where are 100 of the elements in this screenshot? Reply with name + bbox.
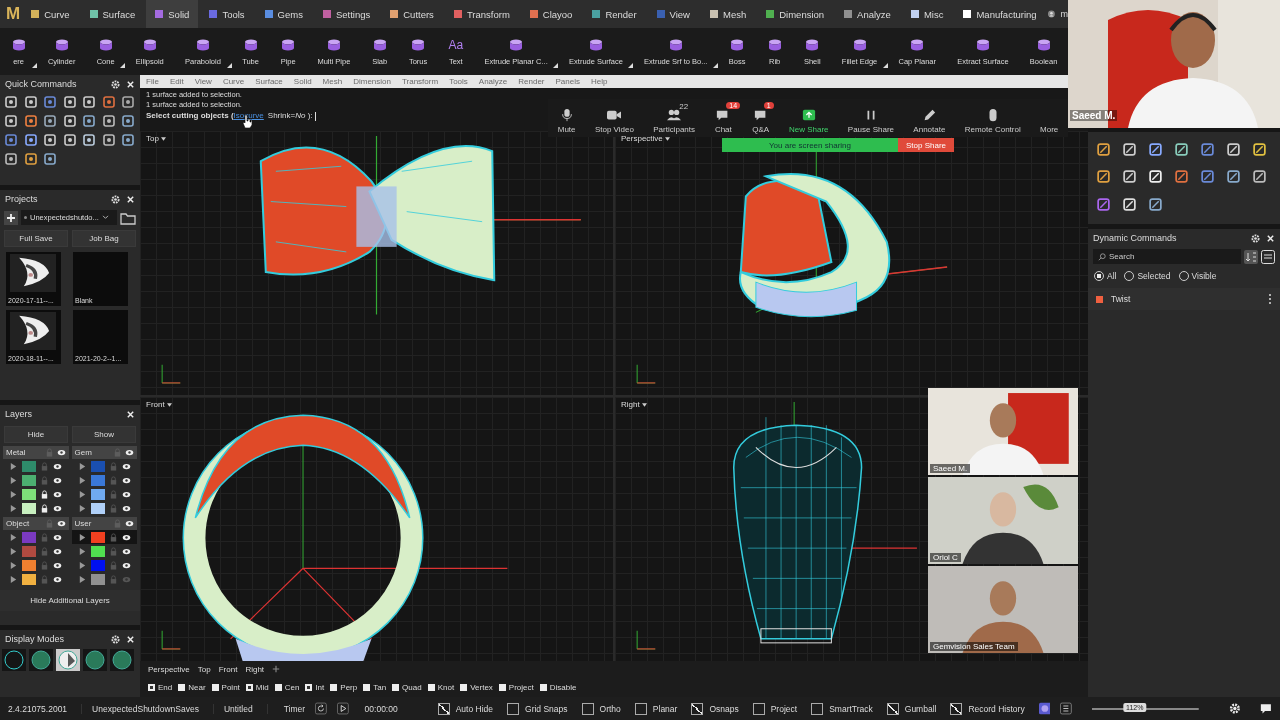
- ribbon-tab[interactable]: Misc: [901, 0, 953, 28]
- search-field[interactable]: Search: [1093, 249, 1241, 264]
- ribbon-tab[interactable]: Cutters: [381, 0, 443, 28]
- command-icon[interactable]: [62, 133, 77, 147]
- chat-icon[interactable]: [1260, 702, 1273, 715]
- command-icon[interactable]: [4, 114, 18, 128]
- eye-icon[interactable]: [53, 547, 62, 556]
- eye-icon[interactable]: [53, 490, 62, 499]
- project-button[interactable]: Full Save: [4, 230, 68, 247]
- ribbon-tab[interactable]: Settings: [313, 0, 380, 28]
- eye-icon[interactable]: [121, 561, 131, 570]
- menu-item[interactable]: Tools: [449, 77, 468, 86]
- ribbon-tab[interactable]: Manufacturing: [954, 0, 1046, 28]
- osnap-checkbox[interactable]: Knot: [427, 682, 455, 692]
- settings-icon[interactable]: [111, 634, 120, 644]
- osnap-checkbox[interactable]: Int: [305, 682, 325, 692]
- eye-icon[interactable]: [121, 504, 131, 513]
- osnap-checkbox[interactable]: Near: [178, 682, 206, 692]
- command-icon[interactable]: [1226, 142, 1241, 157]
- command-icon[interactable]: [82, 114, 97, 128]
- submenu-indicator-icon[interactable]: [226, 63, 232, 68]
- sphere-icon[interactable]: [29, 649, 53, 671]
- command-icon[interactable]: [1226, 169, 1241, 185]
- command-icon[interactable]: [121, 95, 136, 109]
- show-button[interactable]: Show: [72, 426, 136, 443]
- filter-radio[interactable]: Selected: [1124, 271, 1171, 281]
- viewport[interactable]: Front: [140, 397, 613, 661]
- layer-color-swatch[interactable]: [90, 574, 105, 585]
- play-icon[interactable]: [336, 702, 349, 715]
- status-toggle[interactable]: Grid Snaps: [507, 702, 568, 715]
- eye-icon[interactable]: [121, 490, 131, 499]
- status-toggle[interactable]: Planar: [634, 702, 678, 715]
- viewport-label[interactable]: Top: [146, 134, 167, 143]
- meeting-control[interactable]: Remote Control: [960, 102, 1025, 134]
- submenu-indicator-icon[interactable]: [882, 63, 888, 68]
- ring-drawing[interactable]: [182, 414, 424, 661]
- command-icon[interactable]: [82, 133, 97, 147]
- menu-item[interactable]: Transform: [401, 77, 439, 86]
- project-button[interactable]: Job Bag: [72, 230, 136, 247]
- osnap-checkbox[interactable]: End: [148, 682, 173, 692]
- command-option[interactable]: Shrink=No ):: [267, 110, 313, 122]
- view-tab[interactable]: Top: [197, 664, 211, 674]
- status-toggle[interactable]: Project: [752, 702, 798, 715]
- folder-icon[interactable]: [120, 210, 136, 225]
- ribbon-tab[interactable]: Mesh: [701, 0, 756, 28]
- close-icon[interactable]: [126, 79, 135, 89]
- command-icon[interactable]: [43, 152, 58, 166]
- more-icon[interactable]: [1268, 293, 1272, 305]
- menu-item[interactable]: File: [146, 77, 159, 86]
- settings-icon[interactable]: [111, 79, 120, 89]
- eye-icon[interactable]: [121, 476, 131, 485]
- eye-icon[interactable]: [53, 561, 62, 570]
- command-icon[interactable]: [4, 95, 18, 109]
- status-toggle[interactable]: Gumball: [886, 702, 937, 715]
- meeting-control[interactable]: Mute: [553, 102, 580, 134]
- command-icon[interactable]: [43, 114, 58, 128]
- menu-item[interactable]: Help: [591, 77, 608, 86]
- eye-icon[interactable]: [56, 448, 66, 457]
- status-toggle[interactable]: Osnaps: [691, 702, 739, 715]
- menu-item[interactable]: Curve: [222, 77, 245, 86]
- ring-side-wireframe-drawing[interactable]: [733, 416, 863, 644]
- eye-icon[interactable]: [53, 462, 62, 471]
- command-icon[interactable]: [1096, 142, 1111, 157]
- submenu-indicator-icon[interactable]: [32, 63, 38, 68]
- close-icon[interactable]: [126, 409, 135, 419]
- eye-icon[interactable]: [53, 476, 62, 485]
- osnap-checkbox[interactable]: Quad: [392, 682, 422, 692]
- sphere-icon[interactable]: [83, 649, 107, 671]
- add-icon[interactable]: [272, 665, 281, 673]
- status-toggle[interactable]: Auto Hide: [437, 702, 494, 715]
- command-icon[interactable]: [101, 114, 116, 128]
- ribbon-tab[interactable]: Dimension: [757, 0, 834, 28]
- osnap-checkbox[interactable]: Project: [498, 682, 534, 692]
- command-icon[interactable]: [23, 95, 38, 109]
- settings-icon[interactable]: [1228, 702, 1241, 715]
- layer-color-swatch[interactable]: [22, 574, 36, 585]
- view-tab[interactable]: Right: [245, 664, 265, 674]
- command-icon[interactable]: [1252, 142, 1267, 157]
- osnap-checkbox[interactable]: Vertex: [460, 682, 493, 692]
- ribbon-tab[interactable]: Clayoo: [520, 0, 582, 28]
- osnap-checkbox[interactable]: Tan: [363, 682, 387, 692]
- menu-item[interactable]: Panels: [555, 77, 580, 86]
- globe-icon[interactable]: [1038, 702, 1051, 715]
- command-icon[interactable]: [1122, 142, 1137, 157]
- menu-item[interactable]: Solid: [293, 77, 312, 86]
- layer-color-swatch[interactable]: [22, 461, 36, 472]
- layer-color-swatch[interactable]: [22, 546, 36, 557]
- layer-color-swatch[interactable]: [22, 475, 36, 486]
- osnap-checkbox[interactable]: Point: [211, 682, 240, 692]
- layer-color-swatch[interactable]: [22, 560, 36, 571]
- eye-icon[interactable]: [121, 462, 131, 471]
- osnap-checkbox[interactable]: Disable: [539, 682, 577, 692]
- eye-icon[interactable]: [121, 533, 131, 542]
- lock-icon[interactable]: [40, 504, 49, 513]
- layer-color-swatch[interactable]: [90, 461, 105, 472]
- layer-row[interactable]: [71, 530, 137, 544]
- menu-item[interactable]: Render: [518, 77, 545, 86]
- command-icon[interactable]: [4, 152, 18, 166]
- eye-icon[interactable]: [53, 575, 62, 584]
- viewport-label[interactable]: Perspective: [621, 134, 671, 143]
